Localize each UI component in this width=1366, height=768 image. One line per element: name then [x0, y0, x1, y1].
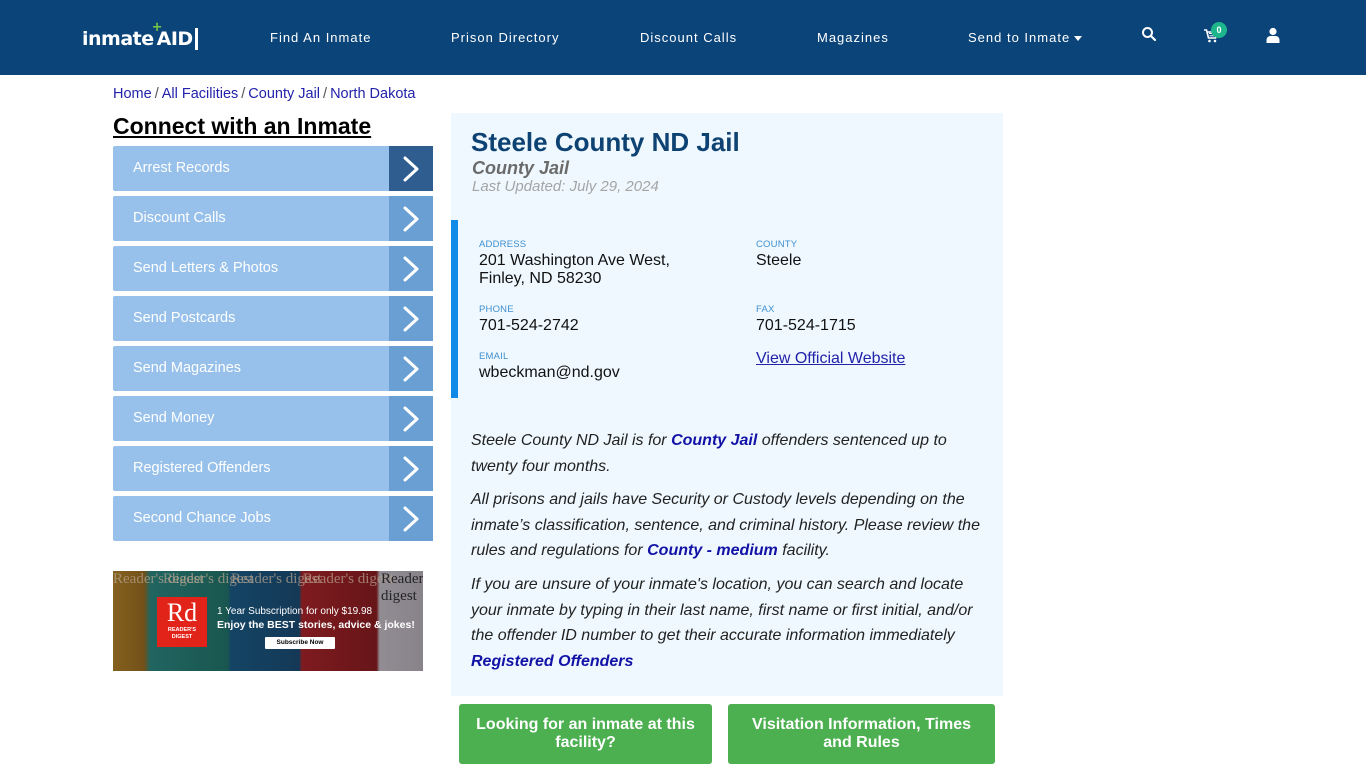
- sidebar-item-label: Send Magazines: [133, 360, 242, 376]
- description-paragraph-2: All prisons and jails have Security or C…: [471, 491, 980, 559]
- chevron-right-icon: [389, 246, 433, 291]
- chevron-right-icon: [389, 196, 433, 241]
- chevron-right-icon: [389, 296, 433, 341]
- breadcrumb-home[interactable]: Home: [113, 86, 152, 102]
- description-paragraph-3: If you are unsure of your inmate's locat…: [471, 576, 973, 670]
- sidebar-item-discount-calls[interactable]: Discount Calls: [113, 196, 433, 241]
- sidebar-item-send-magazines[interactable]: Send Magazines: [113, 346, 433, 391]
- breadcrumb-north-dakota[interactable]: North Dakota: [330, 86, 415, 102]
- readers-digest-logo: Rd READER'S DIGEST: [157, 597, 207, 647]
- email-value: wbeckman@nd.gov: [479, 364, 620, 381]
- chevron-right-icon: [389, 496, 433, 541]
- breadcrumb: Home / All Facilities / County Jail / North Da…: [113, 86, 416, 102]
- breadcrumb-county-jail[interactable]: County Jail: [248, 86, 320, 102]
- find-inmate-at-facility-button[interactable]: Looking for an inmate at this facility?: [459, 704, 712, 764]
- nav-send-to-inmate-label: Send to Inmate: [968, 30, 1071, 45]
- cart-count-badge: 0: [1211, 22, 1227, 38]
- inmateaid-logo[interactable]: inmate + AID: [82, 20, 198, 50]
- info-accent-bar: [451, 220, 458, 398]
- ad-tagline: Enjoy the BEST stories, advice & jokes!: [217, 619, 415, 631]
- sidebar-item-label: Arrest Records: [133, 160, 230, 176]
- county-field: COUNTY Steele: [756, 239, 802, 269]
- caret-down-icon: [1074, 36, 1083, 42]
- sidebar-item-label: Send Money: [133, 410, 215, 426]
- last-updated: Last Updated: July 29, 2024: [472, 178, 659, 195]
- sidebar-title: Connect with an Inmate: [113, 113, 372, 139]
- nav-send-to-inmate[interactable]: Send to Inmate: [968, 30, 1083, 45]
- facility-type: County Jail: [472, 158, 570, 178]
- phone-value: 701-524-2742: [479, 317, 579, 334]
- address-line1: 201 Washington Ave West,: [479, 252, 670, 269]
- email-field: EMAIL wbeckman@nd.gov: [479, 351, 620, 381]
- sidebar-item-send-postcards[interactable]: Send Postcards: [113, 296, 433, 341]
- sidebar-item-label: Second Chance Jobs: [133, 510, 271, 526]
- subscribe-now-button[interactable]: Subscribe Now: [265, 637, 335, 649]
- sidebar-item-label: Send Postcards: [133, 310, 236, 326]
- facility-panel: Steele County ND Jail County Jail Last U…: [451, 113, 1003, 696]
- county-jail-link[interactable]: County Jail: [671, 432, 757, 449]
- logo-aid: + AID: [152, 20, 198, 50]
- fax-field: FAX 701-524-1715: [756, 304, 856, 334]
- website-field: View Official Website: [756, 350, 905, 368]
- county-medium-link[interactable]: County - medium: [647, 542, 778, 559]
- logo-plus-icon: +: [151, 20, 163, 35]
- chevron-right-icon: [389, 346, 433, 391]
- nav-find-an-inmate[interactable]: Find An Inmate: [270, 30, 371, 45]
- nav-prison-directory[interactable]: Prison Directory: [451, 30, 559, 45]
- county-value: Steele: [756, 252, 802, 269]
- readers-digest-ad-banner[interactable]: Reader's digest Reader's digest Reader's…: [113, 571, 423, 671]
- facility-name: Steele County ND Jail: [471, 127, 740, 157]
- sidebar-item-label: Registered Offenders: [133, 460, 271, 476]
- breadcrumb-all-facilities[interactable]: All Facilities: [162, 86, 239, 102]
- sidebar-item-arrest-records[interactable]: Arrest Records: [113, 146, 433, 191]
- description-paragraph-1: Steele County ND Jail is for County Jail…: [471, 432, 947, 475]
- sidebar-item-send-letters-photos[interactable]: Send Letters & Photos: [113, 246, 433, 291]
- sidebar-item-registered-offenders[interactable]: Registered Offenders: [113, 446, 433, 491]
- fax-value: 701-524-1715: [756, 317, 856, 334]
- sidebar-item-label: Discount Calls: [133, 210, 226, 226]
- chevron-right-icon: [389, 396, 433, 441]
- chevron-right-icon: [389, 146, 433, 191]
- sidebar-item-send-money[interactable]: Send Money: [113, 396, 433, 441]
- nav-discount-calls[interactable]: Discount Calls: [640, 30, 737, 45]
- visitation-info-button[interactable]: Visitation Information, Times and Rules: [728, 704, 995, 764]
- phone-field: PHONE 701-524-2742: [479, 304, 579, 334]
- registered-offenders-link[interactable]: Registered Offenders: [471, 653, 633, 670]
- chevron-right-icon: [389, 446, 433, 491]
- sidebar-item-second-chance-jobs[interactable]: Second Chance Jobs: [113, 496, 433, 541]
- address-line2: Finley, ND 58230: [479, 270, 602, 287]
- nav-magazines[interactable]: Magazines: [817, 30, 889, 45]
- logo-text: inmate: [82, 28, 154, 50]
- search-icon[interactable]: [1141, 26, 1159, 46]
- ad-offer-text: 1 Year Subscription for only $19.98: [217, 606, 373, 617]
- sidebar-item-label: Send Letters & Photos: [133, 260, 279, 276]
- user-icon[interactable]: [1266, 27, 1284, 47]
- address-field: ADDRESS 201 Washington Ave West, Finley,…: [479, 239, 670, 287]
- view-official-website-link[interactable]: View Official Website: [756, 350, 905, 367]
- top-navbar: inmate + AID Find An Inmate Prison Direc…: [0, 0, 1366, 75]
- sidebar-menu: Arrest Records Discount Calls Send Lette…: [113, 146, 433, 546]
